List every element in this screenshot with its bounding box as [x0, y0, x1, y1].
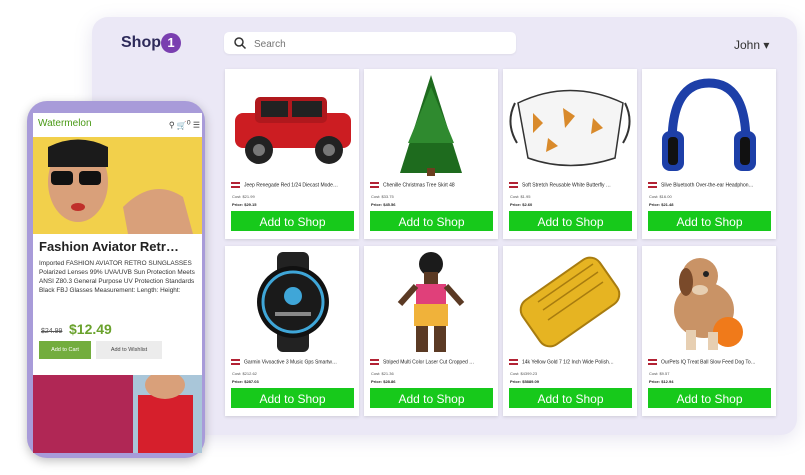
product-price: Price: $2.60: [510, 202, 533, 207]
product-card[interactable]: 14k Yellow Gold 7 1/2 Inch Wide Polish… …: [503, 246, 637, 416]
us-flag-icon: [509, 359, 518, 365]
product-title: Slive Bluetooth Over-the-ear Headphon…: [648, 182, 772, 188]
product-title-text: Slive Bluetooth Over-the-ear Headphon…: [661, 182, 754, 189]
add-to-shop-button[interactable]: Add to Shop: [509, 211, 632, 231]
cart-count: 0: [186, 119, 191, 126]
product-title-text: 14k Yellow Gold 7 1/2 Inch Wide Polish…: [522, 359, 614, 366]
product-title-text: Chenille Christmas Tree Skirt 48: [383, 182, 455, 189]
product-title-text: Jeep Renegade Red 1/24 Diecast Mode…: [244, 182, 338, 189]
product-card[interactable]: Slive Bluetooth Over-the-ear Headphon… C…: [642, 69, 776, 239]
chevron-down-icon: ▾: [763, 38, 770, 52]
add-to-wishlist-button[interactable]: Add to Wishlist: [96, 341, 162, 359]
add-to-shop-button[interactable]: Add to Shop: [231, 388, 354, 408]
us-flag-icon: [231, 182, 240, 188]
mobile-screen: Watermelon ⚲ 🛒0 ☰ Fashion Aviator Retr… …: [33, 113, 202, 453]
cart-icon[interactable]: 🛒0: [177, 119, 191, 130]
search-input[interactable]: [252, 34, 506, 54]
product-cost: Cost: $21.99: [232, 194, 255, 199]
product-title: Chenille Christmas Tree Skirt 48: [370, 182, 494, 188]
shop-logo: Shop 1: [121, 33, 181, 53]
mobile-product-description: Imported FASHION AVIATOR RETRO SUNGLASSE…: [39, 260, 195, 294]
mobile-brand: Watermelon: [38, 118, 92, 129]
add-to-shop-button[interactable]: Add to Shop: [648, 211, 771, 231]
product-cost: Cost: $33.75: [371, 194, 394, 199]
user-menu[interactable]: John ▾: [734, 38, 769, 52]
fashion-banner-image: [33, 375, 202, 453]
product-card[interactable]: Soft Stretch Reusable White Butterfly … …: [503, 69, 637, 239]
dog-toy-image: [674, 258, 743, 350]
product-title-text: Garmin Vivoactive 3 Music Gps Smartw…: [244, 359, 337, 366]
add-to-shop-button[interactable]: Add to Shop: [370, 211, 493, 231]
headphones-image: [662, 78, 756, 171]
product-price: Price: $21.48: [649, 202, 674, 207]
product-card[interactable]: OurPets IQ Treat Ball Slow Feed Dog To… …: [642, 246, 776, 416]
us-flag-icon: [509, 182, 518, 188]
add-to-shop-button[interactable]: Add to Shop: [231, 211, 354, 231]
product-card[interactable]: Garmin Vivoactive 3 Music Gps Smartw… Co…: [225, 246, 359, 416]
old-price: $24.99: [41, 328, 63, 335]
product-title: 14k Yellow Gold 7 1/2 Inch Wide Polish…: [509, 359, 633, 365]
product-card[interactable]: Striped Multi Color Laser Cut Cropped … …: [364, 246, 498, 416]
gold-bracelet-image: [519, 256, 621, 348]
product-cost: Cost: $4399.23: [510, 371, 538, 376]
smartwatch-image: [257, 252, 329, 352]
add-to-shop-button[interactable]: Add to Shop: [370, 388, 493, 408]
toy-car-image: [235, 97, 351, 164]
product-card[interactable]: Jeep Renegade Red 1/24 Diecast Mode… Cos…: [225, 69, 359, 239]
product-title-text: Striped Multi Color Laser Cut Cropped …: [383, 359, 475, 366]
product-title: Jeep Renegade Red 1/24 Diecast Mode…: [231, 182, 355, 188]
user-name: John: [734, 38, 761, 52]
sunglasses-banner-image: [33, 137, 202, 234]
sale-price: $12.49: [69, 321, 112, 337]
product-title: Soft Stretch Reusable White Butterfly …: [509, 182, 633, 188]
add-to-shop-button[interactable]: Add to Shop: [648, 388, 771, 408]
us-flag-icon: [648, 359, 657, 365]
search-bar[interactable]: [224, 32, 516, 54]
product-cost: Cost: $21.36: [371, 371, 394, 376]
add-to-cart-button[interactable]: Add to Cart: [39, 341, 91, 359]
product-title: Striped Multi Color Laser Cut Cropped …: [370, 359, 494, 365]
product-price: Price: $5889.09: [510, 379, 539, 384]
product-price: Price: $287.03: [232, 379, 259, 384]
mobile-header-icons: ⚲ 🛒0 ☰: [169, 119, 200, 130]
product-cost: Cost: $1.95: [510, 194, 531, 199]
product-cost: Cost: $9.57: [649, 371, 670, 376]
us-flag-icon: [648, 182, 657, 188]
hamburger-menu-icon[interactable]: ☰: [193, 121, 200, 130]
product-title-text: Soft Stretch Reusable White Butterfly …: [522, 182, 611, 189]
product-price: Price: $28.86: [371, 379, 396, 384]
product-title: OurPets IQ Treat Ball Slow Feed Dog To…: [648, 359, 772, 365]
product-cost: Cost: $16.00: [649, 194, 672, 199]
search-icon: [234, 37, 247, 50]
dress-model-image: [397, 252, 465, 352]
product-title-text: OurPets IQ Treat Ball Slow Feed Dog To…: [661, 359, 756, 366]
christmas-tree-image: [400, 75, 462, 176]
mobile-product-title: Fashion Aviator Retr…: [39, 239, 179, 254]
search-icon[interactable]: ⚲: [169, 121, 175, 130]
product-cost: Cost: $212.62: [232, 371, 257, 376]
us-flag-icon: [370, 182, 379, 188]
product-card[interactable]: Chenille Christmas Tree Skirt 48 Cost: $…: [364, 69, 498, 239]
add-to-shop-button[interactable]: Add to Shop: [509, 388, 632, 408]
face-mask-image: [509, 89, 631, 167]
product-title: Garmin Vivoactive 3 Music Gps Smartw…: [231, 359, 355, 365]
product-price: Price: $12.94: [649, 379, 674, 384]
brand-name: Shop: [121, 34, 161, 52]
product-price: Price: $45.56: [371, 202, 396, 207]
product-price: Price: $29.15: [232, 202, 257, 207]
us-flag-icon: [370, 359, 379, 365]
brand-badge: 1: [161, 33, 181, 53]
us-flag-icon: [231, 359, 240, 365]
